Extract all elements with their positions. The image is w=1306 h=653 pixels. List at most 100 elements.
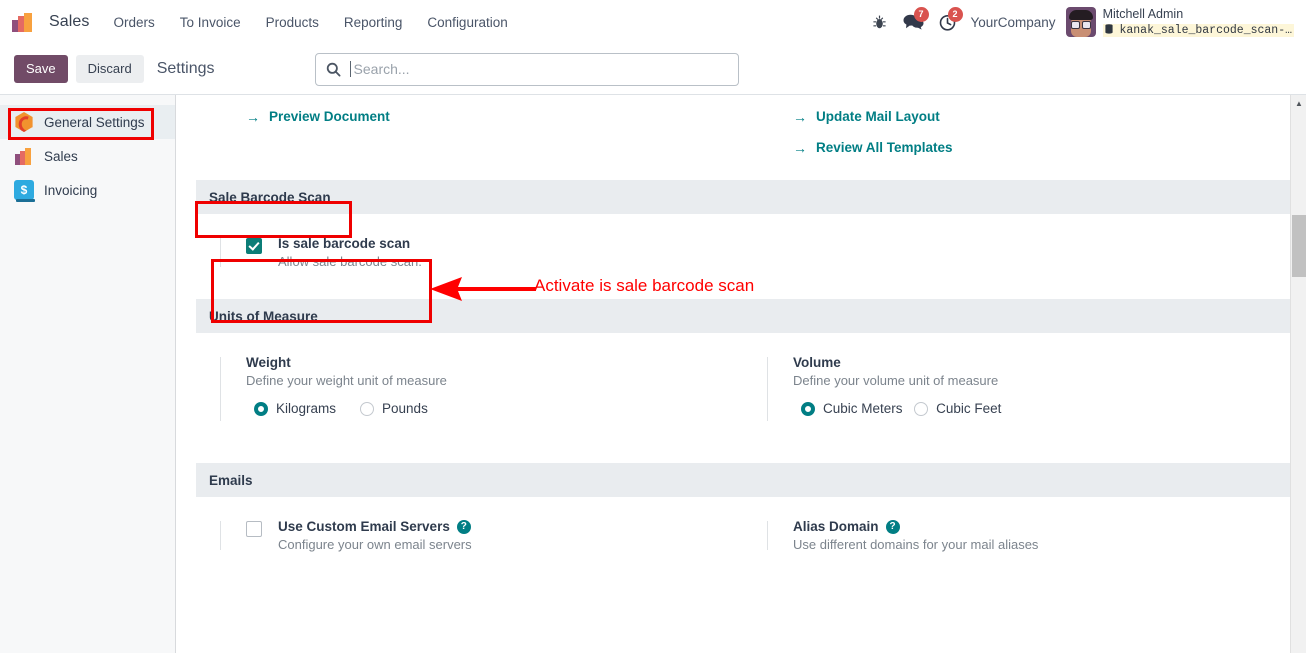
breadcrumb-title: Settings [156,60,215,77]
database-name: kanak_sale_barcode_scan-… [1102,23,1294,37]
invoicing-icon: $ [14,180,35,202]
settings-sidebar: General Settings Sales $ Invoicing [0,95,176,653]
section-title: Emails [209,472,253,488]
sidebar-item-invoicing[interactable]: $ Invoicing [0,173,175,207]
weight-options: Kilograms Pounds [246,401,743,416]
alias-domain-label-text: Alias Domain [793,519,879,534]
section-title: Units of Measure [209,308,318,324]
radio-pounds[interactable]: Pounds [352,401,428,416]
document-links-right: → Update Mail Layout → Review All Templa… [743,109,1290,180]
sidebar-item-label: General Settings [44,114,145,130]
scroll-up-arrow-icon[interactable]: ▲ [1291,95,1306,112]
document-links-row: → Preview Document → Update Mail Layout … [196,95,1290,180]
messages-badge: 7 [913,7,929,22]
text-cursor [349,61,351,77]
settings-panel: → Preview Document → Update Mail Layout … [196,95,1290,560]
save-button[interactable]: Save [14,54,68,84]
navbar-menu: Orders To Invoice Products Reporting Con… [114,15,508,30]
weight-description: Define your weight unit of measure [246,373,447,388]
annotation-callout-text: Activate is sale barcode scan [534,276,755,295]
vertical-scrollbar[interactable]: ▲ [1290,95,1306,653]
link-review-all-templates[interactable]: → Review All Templates [793,140,1290,155]
radio-cubic-meters[interactable]: Cubic Meters [793,401,903,416]
sales-icon [14,146,34,166]
volume-col: Volume Define your volume unit of measur… [743,355,1290,423]
menu-item-orders[interactable]: Orders [114,15,155,30]
link-label: Update Mail Layout [816,109,940,124]
volume-description: Define your volume unit of measure [793,373,999,388]
is-sale-barcode-scan-checkbox[interactable] [246,238,262,254]
arrow-right-icon: → [793,139,807,156]
messages-icon[interactable]: 7 [897,7,931,37]
setting-label: Is sale barcode scan [278,236,422,251]
setting-label-text: Is sale barcode scan [278,236,411,251]
user-name: Mitchell Admin [1102,7,1184,22]
radio-dot[interactable] [801,401,815,416]
navbar-right: 7 2 YourCompany Mitchell Admin kanak_sal… [863,7,1306,37]
radio-label: Cubic Meters [823,401,903,416]
bug-icon[interactable] [863,7,897,37]
database-label: kanak_sale_barcode_scan-… [1119,23,1292,37]
arrow-right-icon: → [793,108,807,125]
help-circle-icon[interactable]: ? [456,519,471,534]
radio-kilograms[interactable]: Kilograms [246,401,336,416]
use-custom-email-servers-checkbox[interactable] [246,521,262,537]
radio-dot[interactable] [254,401,268,416]
help-circle-icon[interactable]: ? [885,519,900,534]
link-update-mail-layout[interactable]: → Update Mail Layout [793,109,1290,124]
link-label: Review All Templates [816,140,953,155]
scroll-thumb[interactable] [1292,215,1306,277]
control-panel: Save Discard Settings Search... [0,44,1306,95]
setting-label-text: Use Custom Email Servers [278,519,450,534]
menu-item-products[interactable]: Products [266,15,319,30]
setting-description: Allow sale barcode scan. [278,254,422,269]
company-switcher[interactable]: YourCompany [971,15,1056,30]
annotation-arrow [430,277,536,301]
setting-description: Configure your own email servers [278,537,472,552]
search-input[interactable]: Search... [354,61,410,77]
sidebar-item-label: Sales [44,148,78,164]
radio-label: Cubic Feet [936,401,1002,416]
custom-email-servers-col: Use Custom Email Servers ? Configure you… [196,519,743,552]
document-links-left: → Preview Document [196,109,743,180]
units-of-measure-row: Weight Define your weight unit of measur… [196,333,1290,463]
menu-item-to-invoice[interactable]: To Invoice [180,15,241,30]
section-title: Sale Barcode Scan [209,189,331,205]
link-preview-document[interactable]: → Preview Document [246,109,743,124]
brand-name[interactable]: Sales [49,13,90,31]
emails-row: Use Custom Email Servers ? Configure you… [196,497,1290,560]
sales-bars-logo[interactable] [12,12,36,32]
menu-item-reporting[interactable]: Reporting [344,15,403,30]
user-menu[interactable]: Mitchell Admin kanak_sale_barcode_scan-… [1065,7,1294,37]
general-settings-icon [15,112,33,132]
section-header-units-of-measure: Units of Measure [196,299,1290,333]
setting-use-custom-email-servers[interactable]: Use Custom Email Servers ? Configure you… [246,519,743,552]
sidebar-item-general-settings[interactable]: General Settings [0,105,175,139]
sidebar-item-sales[interactable]: Sales [0,139,175,173]
menu-item-configuration[interactable]: Configuration [427,15,507,30]
setting-label: Use Custom Email Servers ? [278,519,472,534]
setting-is-sale-barcode-scan[interactable]: Is sale barcode scan Allow sale barcode … [246,236,743,269]
search-icon [326,62,341,77]
radio-cubic-feet[interactable]: Cubic Feet [906,401,1001,416]
weight-title: Weight [246,355,291,370]
section-header-emails: Emails [196,463,1290,497]
radio-label: Kilograms [276,401,337,416]
volume-title: Volume [793,355,841,370]
is-sale-barcode-scan-col: Is sale barcode scan Allow sale barcode … [196,236,743,269]
alias-domain-label: Alias Domain ? [793,519,1290,534]
radio-dot[interactable] [914,401,929,416]
volume-options: Cubic Meters Cubic Feet [793,401,1290,423]
activities-badge: 2 [947,7,963,22]
discard-button[interactable]: Discard [75,54,144,84]
alias-domain-col: Alias Domain ? Use different domains for… [743,519,1290,552]
radio-dot[interactable] [360,401,375,416]
settings-content: → Preview Document → Update Mail Layout … [176,95,1306,653]
user-avatar[interactable] [1065,7,1096,37]
radio-label: Pounds [382,401,428,416]
activities-clock-icon[interactable]: 2 [931,7,965,37]
search-box[interactable]: Search... [314,52,739,86]
alias-domain-description: Use different domains for your mail alia… [793,537,1039,552]
weight-col: Weight Define your weight unit of measur… [196,355,743,423]
top-navbar: Sales Orders To Invoice Products Reporti… [0,0,1306,44]
